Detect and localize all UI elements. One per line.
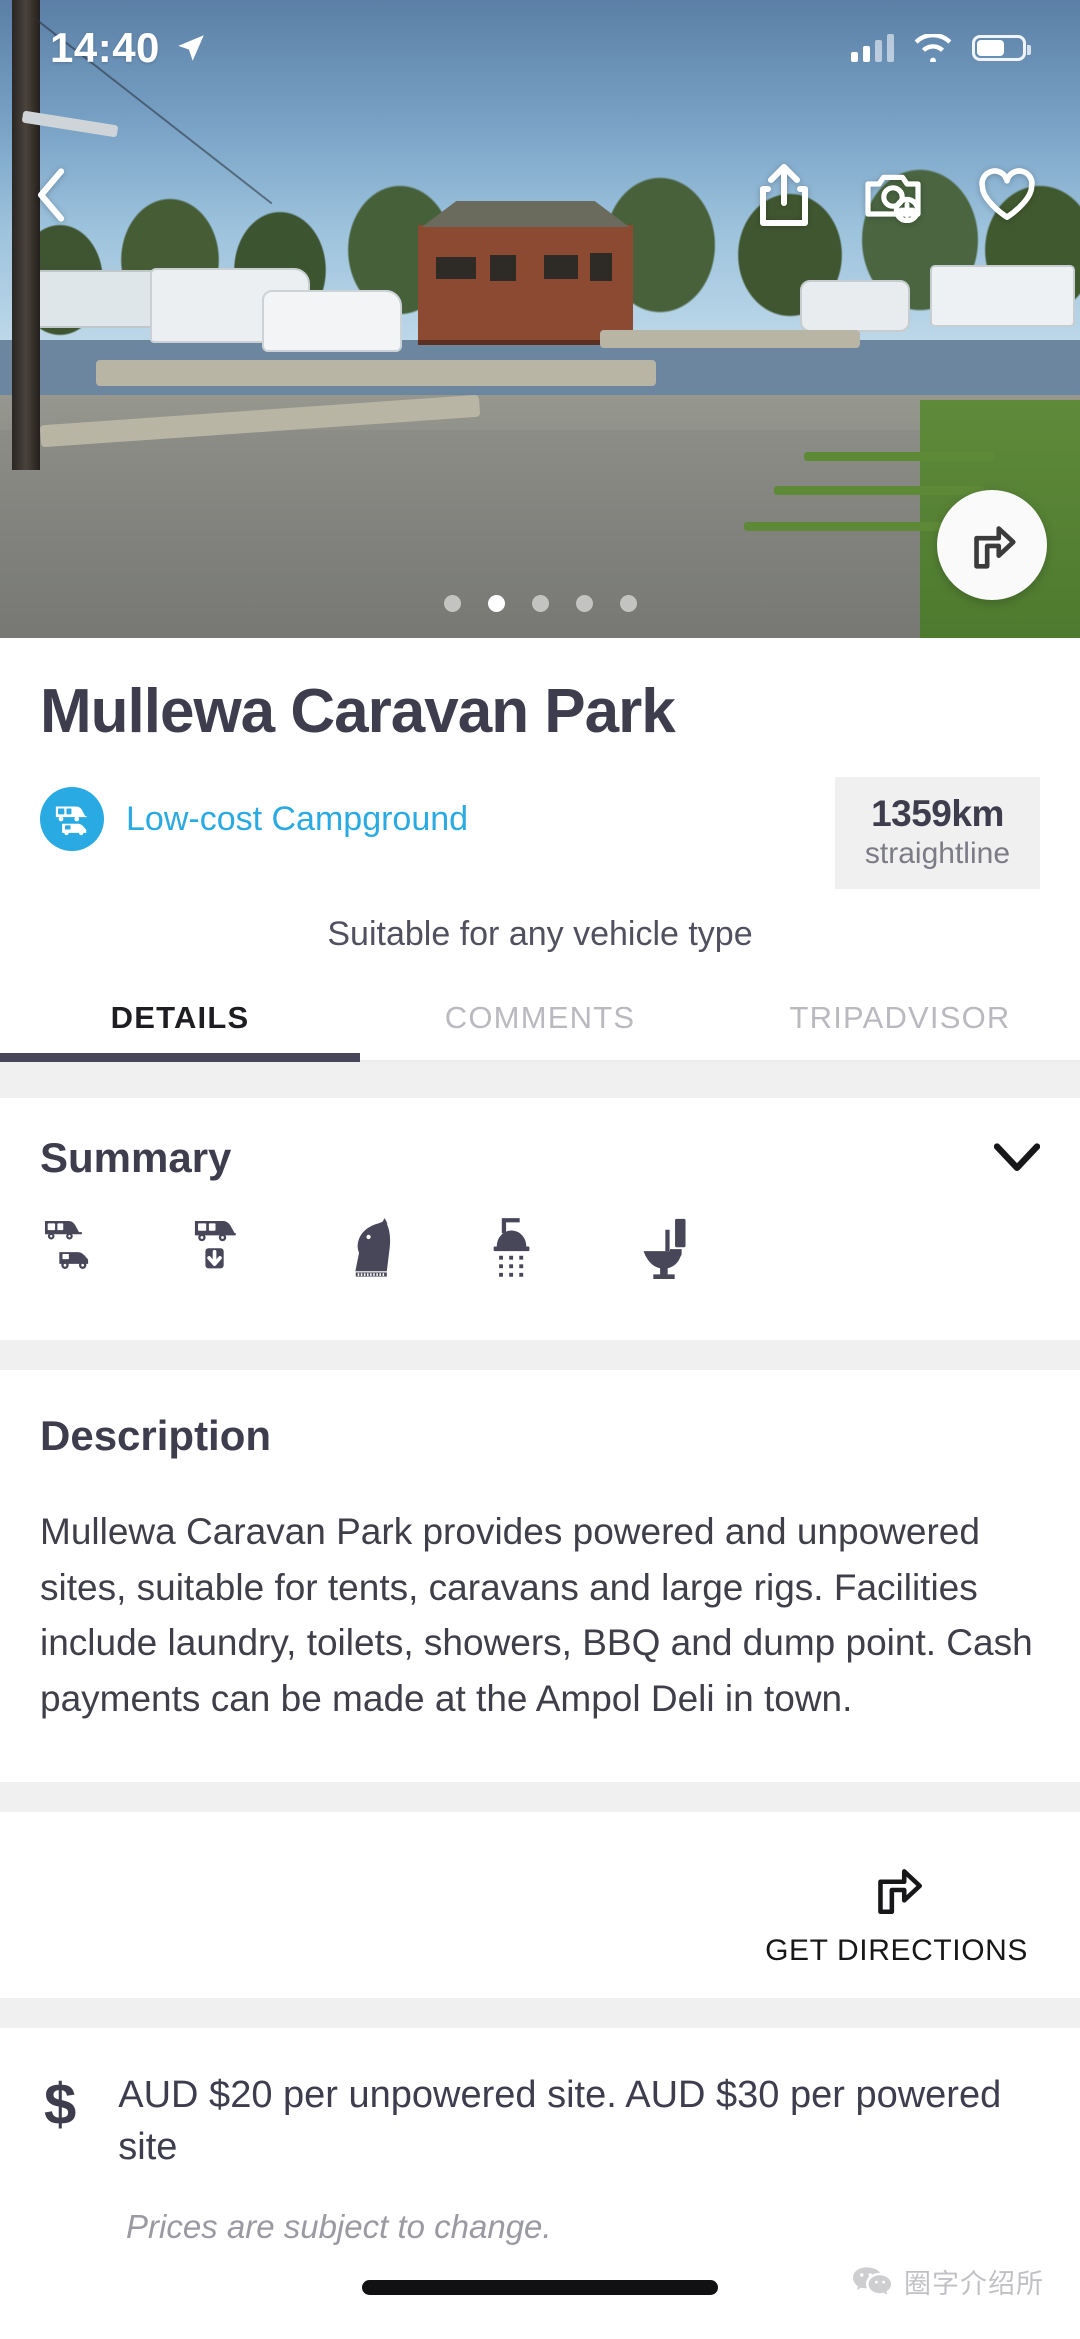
tab-tripadvisor[interactable]: TRIPADVISOR xyxy=(720,984,1080,1060)
wifi-icon xyxy=(914,34,952,62)
section-divider xyxy=(0,1782,1080,1813)
tab-details[interactable]: DETAILS xyxy=(0,984,360,1063)
amenity-icons xyxy=(0,1182,1080,1340)
get-directions-label: GET DIRECTIONS xyxy=(765,1934,1028,1968)
description-title: Description xyxy=(40,1412,272,1460)
watermark: 圈字介绍所 xyxy=(852,2262,1044,2301)
carousel-dot-active[interactable] xyxy=(487,595,505,612)
get-directions-section: GET DIRECTIONS xyxy=(0,1812,1080,1999)
hero-toolbar xyxy=(0,140,1080,250)
page-title: Mullewa Caravan Park xyxy=(40,677,676,746)
parked-ute xyxy=(262,290,402,352)
tab-comments[interactable]: COMMENTS xyxy=(360,984,720,1060)
carousel-dot[interactable] xyxy=(619,595,637,612)
price-row: $ AUD $20 per unpowered site. AUD $30 pe… xyxy=(0,2028,1080,2174)
carousel-dot[interactable] xyxy=(531,595,549,612)
grass-strip xyxy=(774,486,984,495)
summary-header[interactable]: Summary xyxy=(0,1098,1080,1182)
distance-unit-label: straightline xyxy=(864,837,1010,871)
parked-car xyxy=(800,280,910,332)
toilet-icon[interactable] xyxy=(632,1210,708,1286)
description-body: Mullewa Caravan Park provides powered an… xyxy=(40,1511,1033,1719)
price-section: $ AUD $20 per unpowered site. AUD $30 pe… xyxy=(0,2028,1080,2246)
location-arrow-icon xyxy=(178,35,204,61)
wechat-logo-icon xyxy=(853,2266,891,2295)
back-chevron-icon[interactable] xyxy=(30,166,74,224)
tab-bar: DETAILS COMMENTS TRIPADVISOR xyxy=(0,984,1080,1063)
kerb xyxy=(600,330,860,348)
distance-badge: 1359km straightline xyxy=(834,777,1040,890)
distance-value: 1359km xyxy=(871,793,1004,835)
category-row[interactable]: Low-cost Campground xyxy=(40,777,469,852)
description-section: Description Mullewa Caravan Park provide… xyxy=(0,1370,1080,1783)
carousel-dot[interactable] xyxy=(575,595,593,612)
place-header: Mullewa Caravan Park Low-cost Campground xyxy=(0,638,1080,961)
price-disclaimer: Prices are subject to change. xyxy=(126,2207,552,2245)
cellular-signal-icon xyxy=(851,34,894,62)
section-divider xyxy=(0,1340,1080,1371)
watermark-text: 圈字介绍所 xyxy=(904,2269,1044,2299)
kerb xyxy=(96,360,656,386)
heart-icon[interactable] xyxy=(978,168,1036,222)
turn-right-arrow-icon xyxy=(877,1869,922,1915)
category-label: Low-cost Campground xyxy=(126,799,469,838)
section-divider xyxy=(0,1998,1080,2029)
get-directions-button[interactable]: GET DIRECTIONS xyxy=(765,1858,1028,1968)
chevron-down-icon[interactable] xyxy=(994,1143,1040,1173)
section-divider xyxy=(0,1062,1080,1099)
camera-add-icon[interactable] xyxy=(864,167,924,223)
dump-point-icon[interactable] xyxy=(188,1210,264,1286)
status-bar-indicators xyxy=(851,34,1031,62)
price-text: AUD $20 per unpowered site. AUD $30 per … xyxy=(118,2074,1002,2169)
summary-section: Summary xyxy=(0,1098,1080,1341)
status-bar: 14:40 xyxy=(0,0,1080,96)
vehicle-suitability-note: Suitable for any vehicle type xyxy=(327,915,753,954)
directions-fab[interactable] xyxy=(937,490,1047,600)
grass-strip xyxy=(804,452,994,461)
caravan-and-car-icon[interactable] xyxy=(40,1210,116,1286)
carousel-dots[interactable] xyxy=(0,595,1080,612)
hero-action-buttons xyxy=(758,164,1036,226)
photo-carousel[interactable]: 14:40 xyxy=(0,0,1080,638)
carousel-dot[interactable] xyxy=(443,595,461,612)
battery-icon xyxy=(972,35,1031,61)
turn-right-arrow-icon xyxy=(974,526,1016,569)
horse-icon[interactable] xyxy=(336,1210,412,1286)
caravan-car-icon xyxy=(40,787,104,852)
parked-van-right xyxy=(930,265,1075,327)
shower-icon[interactable] xyxy=(484,1210,560,1286)
share-icon[interactable] xyxy=(758,164,810,226)
place-meta-row: Low-cost Campground 1359km straightline xyxy=(40,777,1040,890)
status-bar-time-group: 14:40 xyxy=(50,24,208,72)
status-bar-clock: 14:40 xyxy=(50,24,160,71)
dollar-sign-icon: $ xyxy=(44,2072,77,2138)
summary-title: Summary xyxy=(40,1134,232,1182)
home-indicator[interactable] xyxy=(362,2280,718,2295)
